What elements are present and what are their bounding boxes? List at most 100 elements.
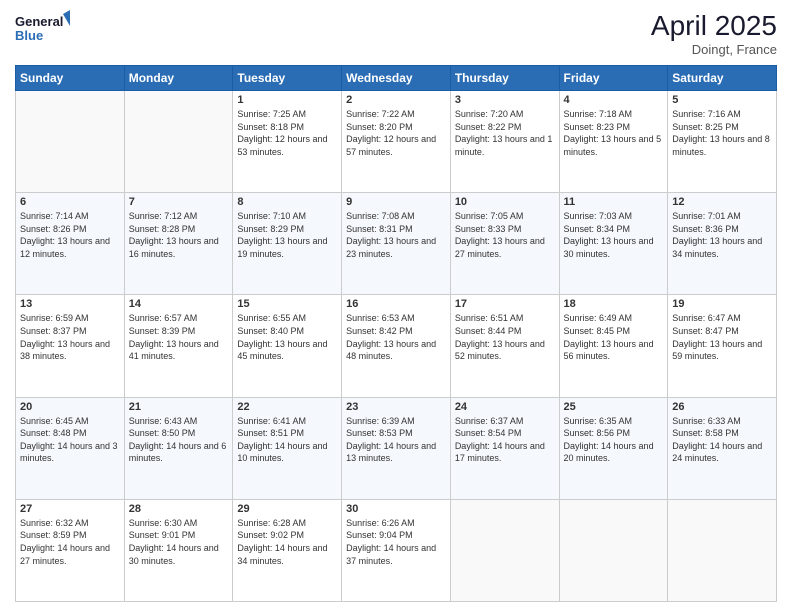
day-number: 15 xyxy=(237,298,337,310)
day-info: Sunrise: 6:30 AM Sunset: 9:01 PM Dayligh… xyxy=(129,517,229,567)
day-number: 25 xyxy=(564,401,664,413)
day-number: 26 xyxy=(672,401,772,413)
day-info: Sunrise: 7:18 AM Sunset: 8:23 PM Dayligh… xyxy=(564,108,664,158)
day-number: 7 xyxy=(129,196,229,208)
calendar-cell: 2 Sunrise: 7:22 AM Sunset: 8:20 PM Daylig… xyxy=(342,91,451,193)
day-number: 9 xyxy=(346,196,446,208)
weekday-header-saturday: Saturday xyxy=(668,66,777,91)
calendar-cell: 18Sunrise: 6:49 AM Sunset: 8:45 PM Dayli… xyxy=(559,295,668,397)
day-number: 1 xyxy=(237,94,337,106)
day-info: Sunrise: 6:47 AM Sunset: 8:47 PM Dayligh… xyxy=(672,312,772,362)
day-number: 5 xyxy=(672,94,772,106)
day-info: Sunrise: 7:12 AM Sunset: 8:28 PM Dayligh… xyxy=(129,210,229,260)
day-info: Sunrise: 6:37 AM Sunset: 8:54 PM Dayligh… xyxy=(455,415,555,465)
day-info: Sunrise: 7:25 AM Sunset: 8:18 PM Dayligh… xyxy=(237,108,337,158)
calendar-cell: 15 Sunrise: 6:55 AM Sunset: 8:40 PM Dayli… xyxy=(233,295,342,397)
calendar-cell: 28 Sunrise: 6:30 AM Sunset: 9:01 PM Dayli… xyxy=(124,499,233,601)
day-number: 21 xyxy=(129,401,229,413)
week-row-1: 1 Sunrise: 7:25 AM Sunset: 8:18 PM Daylig… xyxy=(16,91,777,193)
week-row-2: 6 Sunrise: 7:14 AM Sunset: 8:26 PM Daylig… xyxy=(16,193,777,295)
day-info: Sunrise: 7:05 AM Sunset: 8:33 PM Dayligh… xyxy=(455,210,555,260)
day-info: Sunrise: 7:14 AM Sunset: 8:26 PM Dayligh… xyxy=(20,210,120,260)
weekday-header-wednesday: Wednesday xyxy=(342,66,451,91)
calendar-cell: 26 Sunrise: 6:33 AM Sunset: 8:58 PM Dayli… xyxy=(668,397,777,499)
calendar-cell: 14 Sunrise: 6:57 AM Sunset: 8:39 PM Dayli… xyxy=(124,295,233,397)
day-number: 27 xyxy=(20,503,120,515)
calendar-cell: 29Sunrise: 6:28 AM Sunset: 9:02 PM Dayli… xyxy=(233,499,342,601)
day-number: 24 xyxy=(455,401,555,413)
calendar-cell xyxy=(559,499,668,601)
day-info: Sunrise: 6:51 AM Sunset: 8:44 PM Dayligh… xyxy=(455,312,555,362)
day-number: 23 xyxy=(346,401,446,413)
day-info: Sunrise: 6:32 AM Sunset: 8:59 PM Dayligh… xyxy=(20,517,120,567)
day-number: 20 xyxy=(20,401,120,413)
calendar-cell: 13Sunrise: 6:59 AM Sunset: 8:37 PM Dayli… xyxy=(16,295,125,397)
day-info: Sunrise: 6:35 AM Sunset: 8:56 PM Dayligh… xyxy=(564,415,664,465)
day-info: Sunrise: 7:01 AM Sunset: 8:36 PM Dayligh… xyxy=(672,210,772,260)
calendar-cell xyxy=(16,91,125,193)
calendar-cell: 12 Sunrise: 7:01 AM Sunset: 8:36 PM Dayli… xyxy=(668,193,777,295)
day-number: 2 xyxy=(346,94,446,106)
day-number: 14 xyxy=(129,298,229,310)
day-info: Sunrise: 6:33 AM Sunset: 8:58 PM Dayligh… xyxy=(672,415,772,465)
day-info: Sunrise: 6:28 AM Sunset: 9:02 PM Dayligh… xyxy=(237,517,337,567)
day-number: 8 xyxy=(237,196,337,208)
week-row-3: 13Sunrise: 6:59 AM Sunset: 8:37 PM Dayli… xyxy=(16,295,777,397)
day-info: Sunrise: 6:57 AM Sunset: 8:39 PM Dayligh… xyxy=(129,312,229,362)
calendar-cell: 6 Sunrise: 7:14 AM Sunset: 8:26 PM Daylig… xyxy=(16,193,125,295)
calendar-cell: 8 Sunrise: 7:10 AM Sunset: 8:29 PM Daylig… xyxy=(233,193,342,295)
day-number: 28 xyxy=(129,503,229,515)
day-info: Sunrise: 6:53 AM Sunset: 8:42 PM Dayligh… xyxy=(346,312,446,362)
page: General Blue April 2025 Doingt, France S… xyxy=(0,0,792,612)
calendar-cell: 1 Sunrise: 7:25 AM Sunset: 8:18 PM Daylig… xyxy=(233,91,342,193)
svg-text:Blue: Blue xyxy=(15,28,43,43)
svg-text:General: General xyxy=(15,14,63,29)
weekday-header-thursday: Thursday xyxy=(450,66,559,91)
calendar-cell: 20 Sunrise: 6:45 AM Sunset: 8:48 PM Dayli… xyxy=(16,397,125,499)
weekday-header-tuesday: Tuesday xyxy=(233,66,342,91)
logo: General Blue xyxy=(15,10,70,46)
calendar-cell: 16Sunrise: 6:53 AM Sunset: 8:42 PM Dayli… xyxy=(342,295,451,397)
weekday-header-sunday: Sunday xyxy=(16,66,125,91)
day-number: 4 xyxy=(564,94,664,106)
week-row-5: 27 Sunrise: 6:32 AM Sunset: 8:59 PM Dayli… xyxy=(16,499,777,601)
day-number: 6 xyxy=(20,196,120,208)
day-info: Sunrise: 6:49 AM Sunset: 8:45 PM Dayligh… xyxy=(564,312,664,362)
week-row-4: 20 Sunrise: 6:45 AM Sunset: 8:48 PM Dayli… xyxy=(16,397,777,499)
calendar-cell: 21Sunrise: 6:43 AM Sunset: 8:50 PM Dayli… xyxy=(124,397,233,499)
calendar-cell: 10Sunrise: 7:05 AM Sunset: 8:33 PM Dayli… xyxy=(450,193,559,295)
weekday-header-friday: Friday xyxy=(559,66,668,91)
day-number: 12 xyxy=(672,196,772,208)
day-number: 22 xyxy=(237,401,337,413)
day-number: 19 xyxy=(672,298,772,310)
calendar-cell: 30Sunrise: 6:26 AM Sunset: 9:04 PM Dayli… xyxy=(342,499,451,601)
calendar-cell: 11Sunrise: 7:03 AM Sunset: 8:34 PM Dayli… xyxy=(559,193,668,295)
day-info: Sunrise: 6:55 AM Sunset: 8:40 PM Dayligh… xyxy=(237,312,337,362)
day-info: Sunrise: 7:10 AM Sunset: 8:29 PM Dayligh… xyxy=(237,210,337,260)
calendar-cell: 19 Sunrise: 6:47 AM Sunset: 8:47 PM Dayli… xyxy=(668,295,777,397)
day-info: Sunrise: 6:45 AM Sunset: 8:48 PM Dayligh… xyxy=(20,415,120,465)
title-area: April 2025 Doingt, France xyxy=(651,10,777,57)
main-title: April 2025 xyxy=(651,10,777,42)
calendar-cell: 27 Sunrise: 6:32 AM Sunset: 8:59 PM Dayli… xyxy=(16,499,125,601)
day-info: Sunrise: 6:39 AM Sunset: 8:53 PM Dayligh… xyxy=(346,415,446,465)
day-info: Sunrise: 7:20 AM Sunset: 8:22 PM Dayligh… xyxy=(455,108,555,158)
calendar-cell: 7 Sunrise: 7:12 AM Sunset: 8:28 PM Daylig… xyxy=(124,193,233,295)
calendar-cell xyxy=(668,499,777,601)
calendar-cell: 9 Sunrise: 7:08 AM Sunset: 8:31 PM Daylig… xyxy=(342,193,451,295)
calendar-cell xyxy=(124,91,233,193)
calendar-cell xyxy=(450,499,559,601)
calendar-cell: 3Sunrise: 7:20 AM Sunset: 8:22 PM Daylig… xyxy=(450,91,559,193)
day-number: 13 xyxy=(20,298,120,310)
day-number: 11 xyxy=(564,196,664,208)
day-info: Sunrise: 7:22 AM Sunset: 8:20 PM Dayligh… xyxy=(346,108,446,158)
calendar-cell: 22 Sunrise: 6:41 AM Sunset: 8:51 PM Dayli… xyxy=(233,397,342,499)
day-number: 30 xyxy=(346,503,446,515)
header: General Blue April 2025 Doingt, France xyxy=(15,10,777,57)
calendar-cell: 23 Sunrise: 6:39 AM Sunset: 8:53 PM Dayli… xyxy=(342,397,451,499)
calendar-cell: 5Sunrise: 7:16 AM Sunset: 8:25 PM Daylig… xyxy=(668,91,777,193)
day-info: Sunrise: 7:08 AM Sunset: 8:31 PM Dayligh… xyxy=(346,210,446,260)
subtitle: Doingt, France xyxy=(651,42,777,57)
calendar-cell: 4 Sunrise: 7:18 AM Sunset: 8:23 PM Daylig… xyxy=(559,91,668,193)
day-info: Sunrise: 6:41 AM Sunset: 8:51 PM Dayligh… xyxy=(237,415,337,465)
